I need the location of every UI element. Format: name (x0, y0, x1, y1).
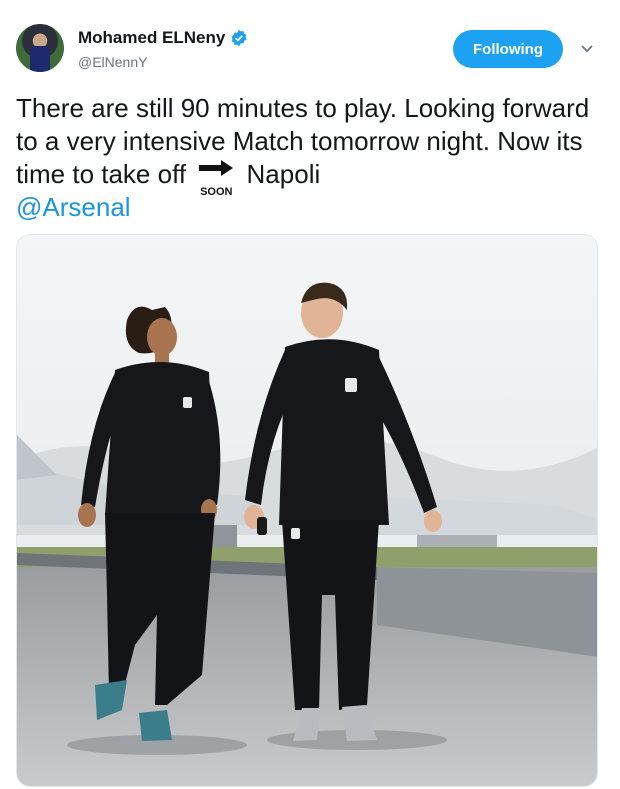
tweet-text: There are still 90 minutes to play. Look… (16, 92, 606, 224)
tweet-header: Mohamed ELNeny @ElNennY Following (16, 22, 606, 78)
handle[interactable]: @ElNennY (78, 54, 147, 70)
mention-link[interactable]: @Arsenal (16, 192, 131, 222)
profile-avatar[interactable] (16, 24, 64, 72)
soon-arrow-emoji: SOON (197, 159, 235, 198)
following-button[interactable]: Following (453, 30, 563, 68)
soon-label: SOON (200, 186, 233, 198)
chevron-down-icon[interactable] (579, 40, 595, 56)
verified-badge-icon (231, 29, 247, 47)
tweet-photo[interactable] (16, 234, 598, 787)
display-name[interactable]: Mohamed ELNeny (78, 28, 225, 48)
author-name-row[interactable]: Mohamed ELNeny (78, 28, 248, 48)
tweet-text-part2: Napoli (246, 159, 321, 189)
tweet-photo-image (17, 235, 597, 786)
